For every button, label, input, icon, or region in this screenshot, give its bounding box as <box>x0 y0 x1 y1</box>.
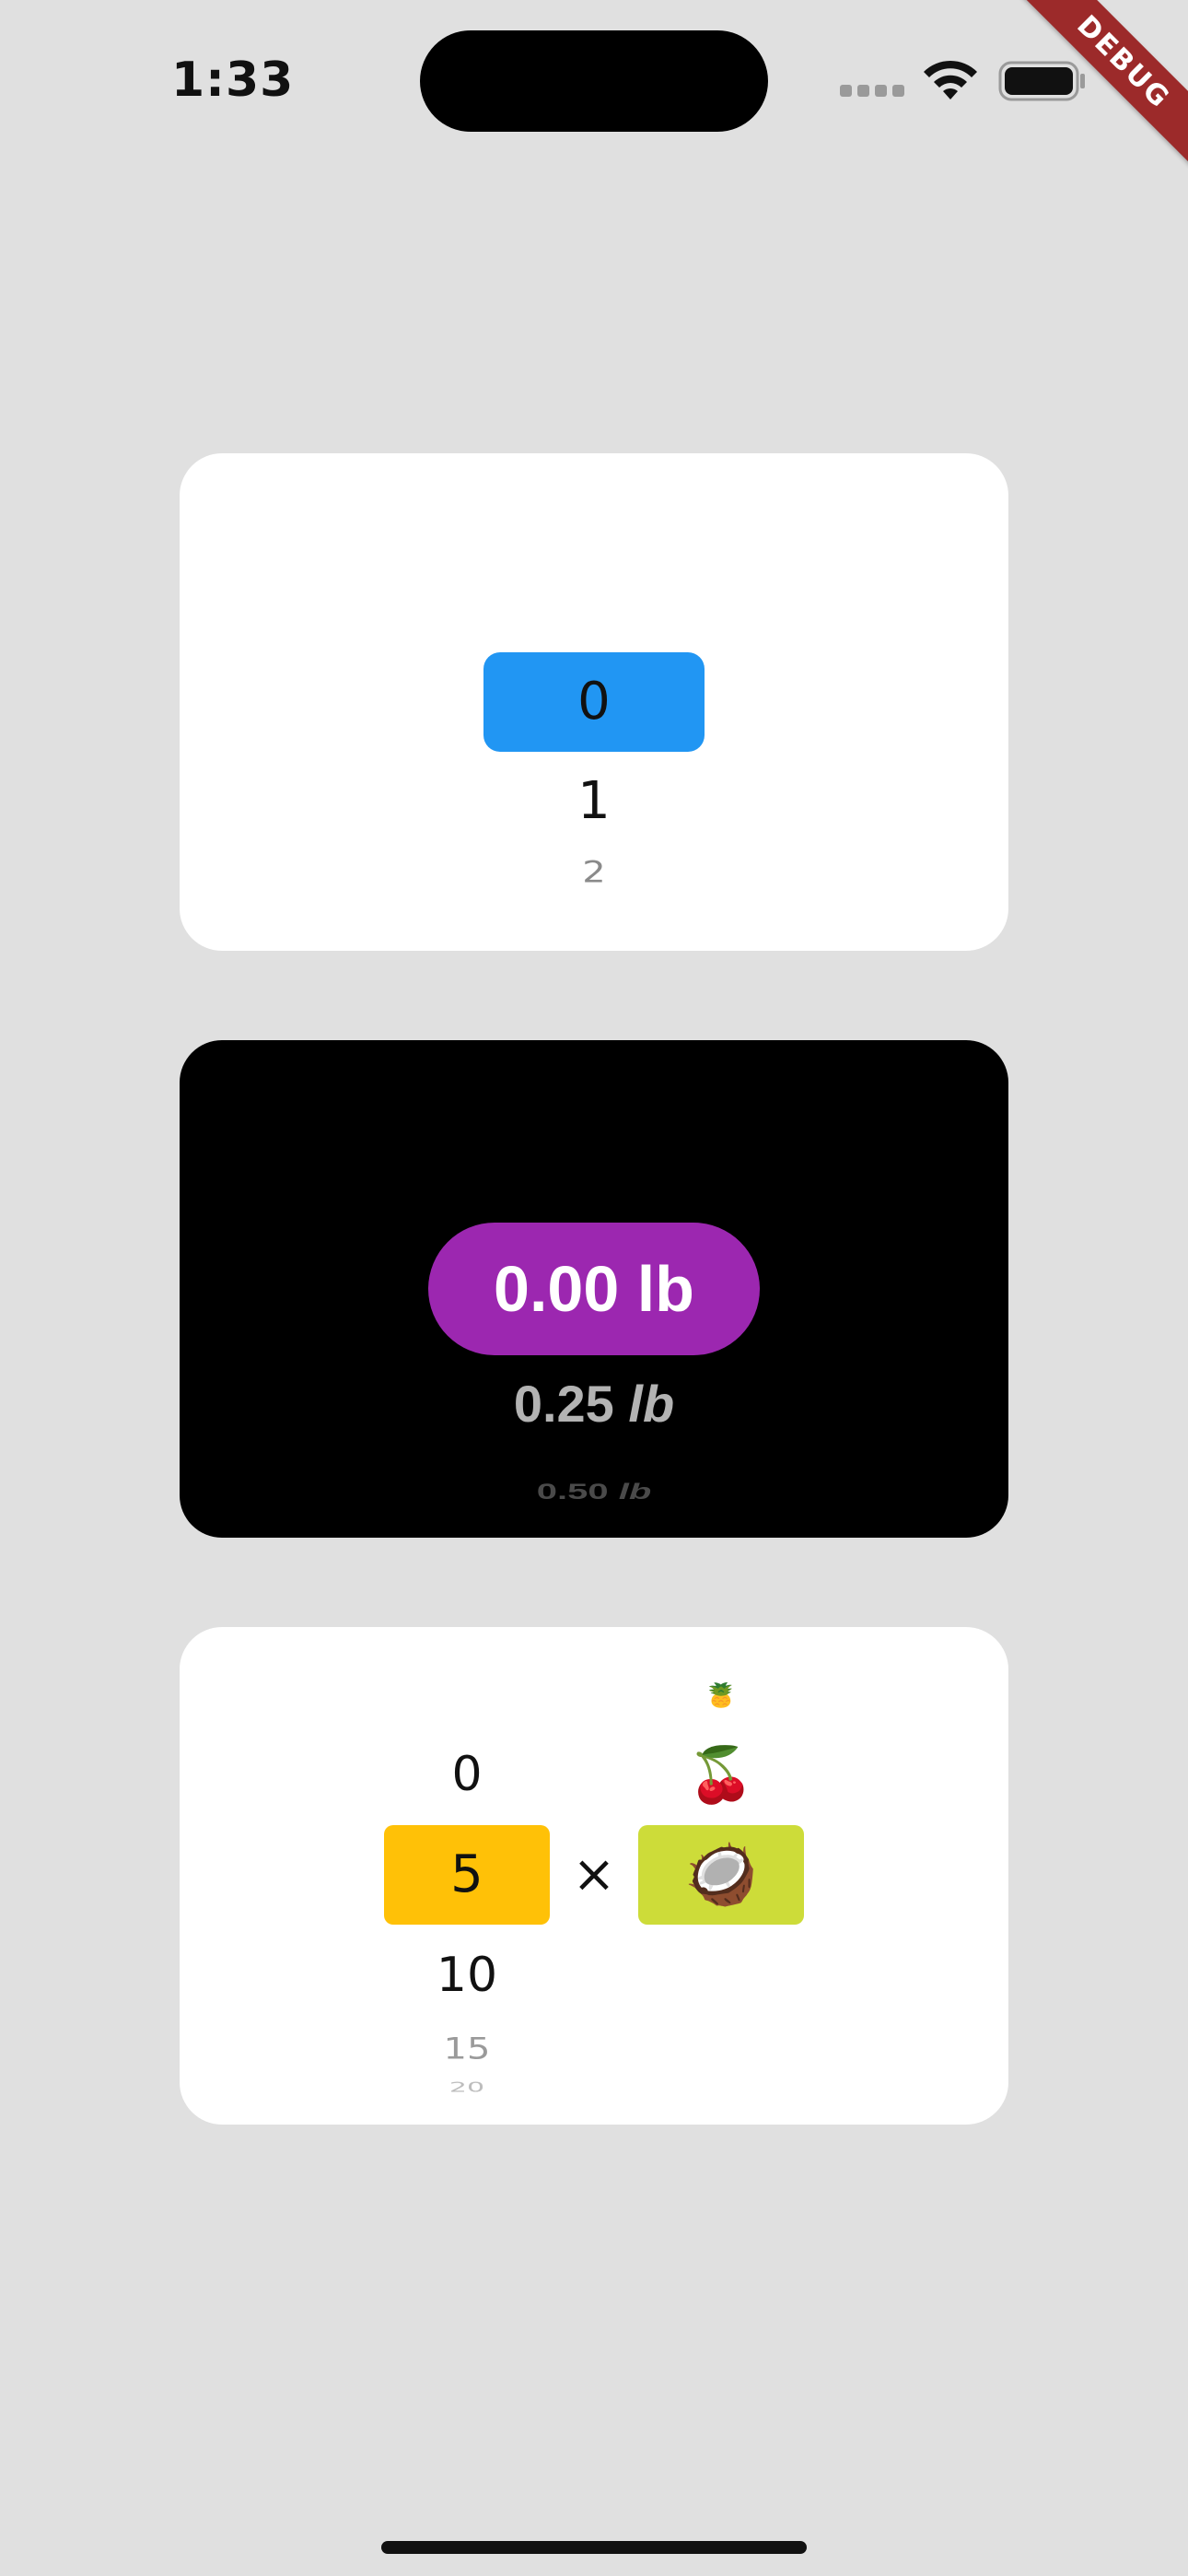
cherry-icon[interactable]: 🍒 <box>638 1728 804 1821</box>
decimal-picker-option[interactable]: 0.50 lb <box>318 1469 870 1514</box>
integer-picker-option[interactable]: 2 <box>483 847 705 898</box>
number-picker-option[interactable]: 15 <box>384 2027 550 2071</box>
combo-picker-card[interactable]: 0 5 10 15 20 × 🍍 🍒 🥥 <box>180 1627 1008 2125</box>
cellular-signal-icon <box>840 85 906 98</box>
decimal-option-value: 0.25 <box>513 1375 614 1433</box>
integer-picker-option[interactable]: 1 <box>483 752 705 851</box>
decimal-picker-card[interactable]: 0.00 lb 0.25 lb 0.50 lb <box>180 1040 1008 1538</box>
integer-picker-selected-value[interactable]: 0 <box>483 652 705 752</box>
status-time: 1:33 <box>171 53 295 108</box>
number-picker-option[interactable]: 20 <box>384 2079 550 2096</box>
dynamic-island <box>420 30 768 132</box>
battery-icon <box>998 61 1085 101</box>
number-picker-option[interactable]: 10 <box>384 1929 550 2021</box>
home-indicator[interactable] <box>381 2541 807 2554</box>
wifi-icon <box>924 60 977 100</box>
pineapple-icon[interactable]: 🍍 <box>638 1680 804 1713</box>
number-picker-selected-value[interactable]: 5 <box>384 1825 550 1925</box>
coconut-icon[interactable]: 🥥 <box>638 1825 804 1925</box>
number-picker-option[interactable]: 0 <box>384 1728 550 1821</box>
debug-banner: DEBUG <box>982 0 1188 204</box>
decimal-option-unit: lb <box>628 1375 675 1433</box>
multiply-sign: × <box>572 1844 616 1904</box>
decimal-picker-selected-value[interactable]: 0.00 lb <box>318 1223 870 1355</box>
integer-picker-card[interactable]: 0 1 2 <box>180 453 1008 951</box>
decimal-picker-option[interactable]: 0.25 lb <box>318 1353 870 1455</box>
decimal-option-value: 0.50 <box>536 1479 609 1505</box>
decimal-option-unit: lb <box>618 1479 652 1505</box>
